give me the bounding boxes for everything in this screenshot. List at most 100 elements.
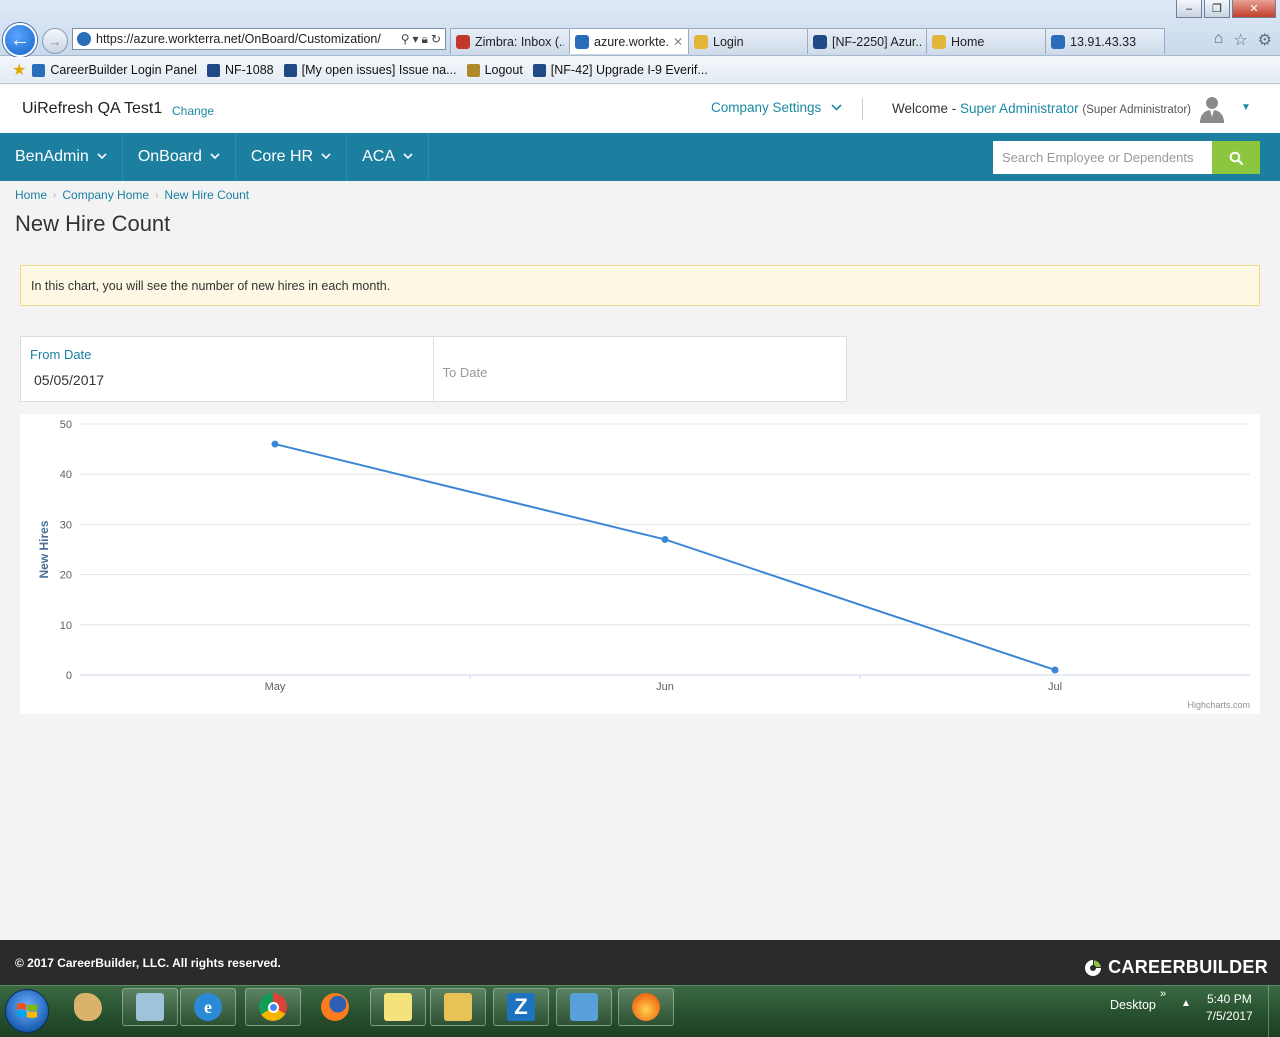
toolbar-expand-icon[interactable]: »: [1160, 988, 1166, 1000]
search-icon[interactable]: ⚲: [401, 32, 410, 47]
search-employee-input[interactable]: Search Employee or Dependents: [993, 141, 1213, 174]
back-button[interactable]: ←: [3, 23, 37, 57]
arrow-left-icon: ←: [10, 28, 30, 51]
taskbar-firefox-icon[interactable]: [307, 988, 363, 1026]
desktop-toolbar-label[interactable]: Desktop: [1110, 998, 1156, 1012]
close-tab-icon[interactable]: ✕: [673, 35, 683, 49]
taskbar-flame-app-icon[interactable]: [618, 988, 674, 1026]
user-name-link[interactable]: Super Administrator: [960, 101, 1079, 116]
chevron-down-icon: [403, 152, 413, 163]
from-date-value[interactable]: 05/05/2017: [34, 372, 104, 388]
chart-credit: Highcharts.com: [1187, 700, 1250, 710]
to-date-placeholder: To Date: [442, 365, 488, 380]
from-date-field[interactable]: From Date 05/05/2017: [21, 337, 434, 401]
to-date-field[interactable]: To Date: [434, 337, 847, 401]
ie-page-icon: [575, 34, 589, 49]
careerbuilder-logo-text: CAREERBUILDER: [1108, 957, 1268, 977]
from-date-label: From Date: [30, 347, 92, 362]
address-text[interactable]: https://azure.workterra.net/OnBoard/Cust…: [96, 32, 397, 46]
taskbar-notes-icon[interactable]: [122, 988, 178, 1026]
search-button[interactable]: [1212, 141, 1260, 174]
favorite-site-icon: [32, 63, 46, 77]
minimize-icon[interactable]: –: [1176, 0, 1202, 18]
main-nav: BenAdmin OnBoard Core HR ACA Search Employe…: [0, 133, 1280, 181]
chevron-down-icon: [831, 104, 842, 111]
forward-button[interactable]: →: [42, 28, 68, 54]
favorite-site-icon: [206, 63, 220, 77]
taskbar-ie-icon[interactable]: e: [180, 988, 236, 1026]
close-window-icon[interactable]: ✕: [1232, 0, 1276, 18]
user-menu-caret-icon[interactable]: ▼: [1241, 102, 1251, 113]
nav-item-onboard[interactable]: OnBoard: [123, 133, 236, 181]
jira-icon: [813, 34, 827, 49]
nav-item-core-hr[interactable]: Core HR: [236, 133, 348, 181]
ie-page-icon: [1051, 34, 1065, 49]
nav-item-aca[interactable]: ACA: [347, 133, 430, 181]
dropdown-icon[interactable]: ▾: [413, 32, 419, 47]
change-company-link[interactable]: Change: [172, 104, 214, 118]
browser-tab-label: azure.workte...: [594, 34, 670, 49]
taskbar-remote-desktop-icon[interactable]: [556, 988, 612, 1026]
data-point: [271, 440, 279, 448]
browser-tab[interactable]: Home: [926, 28, 1046, 54]
y-tick-label: 10: [60, 620, 72, 632]
show-hidden-icons-icon[interactable]: ▲: [1181, 998, 1191, 1009]
welcome-prefix: Welcome -: [892, 101, 957, 116]
favorite-link[interactable]: NF-1088: [206, 63, 274, 77]
address-bar[interactable]: https://azure.workterra.net/OnBoard/Cust…: [72, 28, 446, 50]
favorite-link[interactable]: Logout: [466, 63, 523, 77]
favorites-star-icon[interactable]: ★: [12, 60, 26, 80]
header-divider: [862, 98, 863, 120]
restore-icon[interactable]: ❐: [1204, 0, 1230, 18]
windows-taskbar: e Z Desktop » ▲ 5:40 PM 7/5/2017: [0, 985, 1280, 1037]
browser-tab[interactable]: Login: [688, 28, 808, 54]
login-icon: [694, 34, 708, 49]
company-name: UiRefresh QA Test1: [22, 100, 163, 117]
favorite-site-icon: [532, 63, 546, 77]
system-clock[interactable]: 5:40 PM 7/5/2017: [1206, 991, 1253, 1025]
browser-tab[interactable]: Zimbra: Inbox (...: [450, 28, 570, 54]
nav-item-benadmin[interactable]: BenAdmin: [0, 133, 123, 181]
favorite-label: [NF-42] Upgrade I-9 Everif...: [550, 63, 708, 77]
favorites-star-icon[interactable]: ☆: [1233, 30, 1247, 50]
taskbar-chrome-icon[interactable]: [245, 988, 301, 1026]
browser-tab[interactable]: 13.91.43.33: [1045, 28, 1165, 54]
careerbuilder-logo: CAREERBUILDER: [1084, 957, 1268, 978]
home-page-icon: [932, 34, 946, 49]
careerbuilder-logo-icon: [1085, 959, 1102, 976]
nav-item-label: OnBoard: [137, 148, 202, 165]
browser-tab[interactable]: [NF-2250] Azur...: [807, 28, 927, 54]
lock-icon[interactable]: 🔒︎: [422, 32, 428, 47]
refresh-icon[interactable]: ↻: [431, 32, 441, 47]
data-point: [1051, 666, 1059, 674]
start-button[interactable]: [5, 989, 49, 1033]
favorite-label: [My open issues] Issue na...: [301, 63, 457, 77]
taskbar-explorer-icon[interactable]: [430, 988, 486, 1026]
show-desktop-button[interactable]: [1268, 986, 1280, 1037]
favorite-link[interactable]: [NF-42] Upgrade I-9 Everif...: [532, 63, 708, 77]
favorite-link[interactable]: CareerBuilder Login Panel: [32, 63, 197, 77]
gear-icon[interactable]: ⚙: [1258, 30, 1272, 50]
browser-tab[interactable]: azure.workte... ✕: [569, 28, 689, 54]
favorite-label: NF-1088: [224, 63, 274, 77]
new-hire-chart: 0 10 20 30 40 50 May Jun Jul New Hires Highcharts.…: [20, 414, 1260, 714]
avatar-icon[interactable]: [1199, 95, 1225, 123]
breadcrumb-current[interactable]: New Hire Count: [164, 188, 249, 202]
y-tick-label: 0: [66, 670, 72, 682]
favorite-link[interactable]: [My open issues] Issue na...: [283, 63, 457, 77]
taskbar-sticky-notes-icon[interactable]: [370, 988, 426, 1026]
home-icon[interactable]: ⌂: [1214, 30, 1224, 50]
browser-tab-label: [NF-2250] Azur...: [832, 34, 921, 49]
zimbra-icon: [456, 34, 470, 49]
breadcrumb-company-home[interactable]: Company Home: [62, 188, 149, 202]
browser-tab-label: Home: [951, 34, 985, 49]
breadcrumb-home[interactable]: Home: [15, 188, 47, 202]
window-controls: – ❐ ✕: [1176, 0, 1276, 18]
date-filter-panel: From Date 05/05/2017 To Date: [20, 336, 847, 402]
company-settings-label: Company Settings: [711, 100, 822, 115]
taskbar-paint-icon[interactable]: [60, 988, 116, 1026]
company-settings-menu[interactable]: Company Settings: [711, 100, 842, 115]
favorite-site-icon: [283, 63, 297, 77]
taskbar-zimbra-icon[interactable]: Z: [493, 988, 549, 1026]
info-alert: In this chart, you will see the number o…: [20, 265, 1260, 306]
